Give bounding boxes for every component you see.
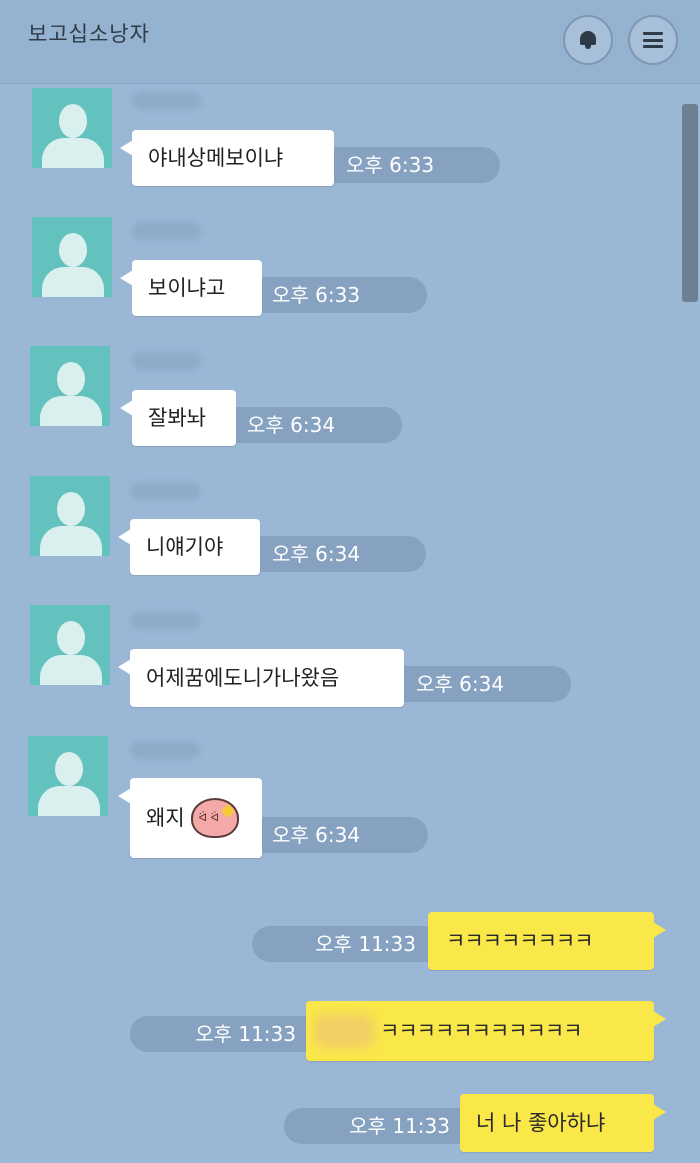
message-bubble[interactable]: 왜지 ᐛ ᐛ bbox=[118, 778, 262, 858]
menu-icon bbox=[643, 32, 663, 48]
sender-name bbox=[130, 482, 200, 500]
avatar[interactable] bbox=[32, 217, 112, 297]
sender-name bbox=[130, 612, 200, 630]
menu-button[interactable] bbox=[628, 15, 678, 65]
my-message-bubble[interactable]: ㅋㅋㅋㅋㅋㅋㅋㅋ bbox=[428, 912, 666, 970]
chat-header: 보고십소낭자 bbox=[0, 0, 700, 84]
avatar[interactable] bbox=[30, 346, 110, 426]
scrollbar-thumb[interactable] bbox=[682, 104, 698, 302]
avatar[interactable] bbox=[28, 736, 108, 816]
chat-title: 보고십소낭자 bbox=[28, 22, 150, 46]
message-time: 오후 11:33 bbox=[130, 1016, 330, 1052]
message-time: 오후 11:33 bbox=[284, 1108, 484, 1144]
message-bubble[interactable]: 야내상메보이냐 bbox=[120, 130, 334, 186]
peach-emoticon: ᐛ ᐛ bbox=[189, 794, 243, 842]
avatar[interactable] bbox=[30, 605, 110, 685]
sender-name bbox=[132, 222, 202, 240]
message-bubble[interactable]: 니얘기야 bbox=[118, 519, 260, 575]
sender-name bbox=[130, 741, 200, 759]
sender-name bbox=[132, 92, 202, 110]
avatar[interactable] bbox=[32, 88, 112, 168]
blurred-content bbox=[314, 1014, 374, 1048]
bell-icon bbox=[579, 30, 597, 50]
avatar[interactable] bbox=[30, 476, 110, 556]
message-bubble[interactable]: 보이냐고 bbox=[120, 260, 262, 316]
message-bubble[interactable]: 어제꿈에도니가나왔음 bbox=[118, 649, 404, 707]
message-bubble[interactable]: 잘봐놔 bbox=[120, 390, 236, 446]
sender-name bbox=[132, 352, 202, 370]
notification-button[interactable] bbox=[563, 15, 613, 65]
message-text: ㅋㅋㅋㅋㅋㅋㅋㅋㅋㅋㅋ bbox=[380, 1018, 583, 1043]
message-time: 오후 6:34 bbox=[376, 666, 571, 702]
my-message-bubble[interactable]: ㅋㅋㅋㅋㅋㅋㅋㅋㅋㅋㅋ bbox=[306, 1001, 666, 1061]
message-time: 오후 11:33 bbox=[252, 926, 452, 962]
my-message-bubble[interactable]: 너 나 좋아하냐 bbox=[460, 1094, 666, 1152]
message-text: 왜지 bbox=[146, 805, 185, 830]
